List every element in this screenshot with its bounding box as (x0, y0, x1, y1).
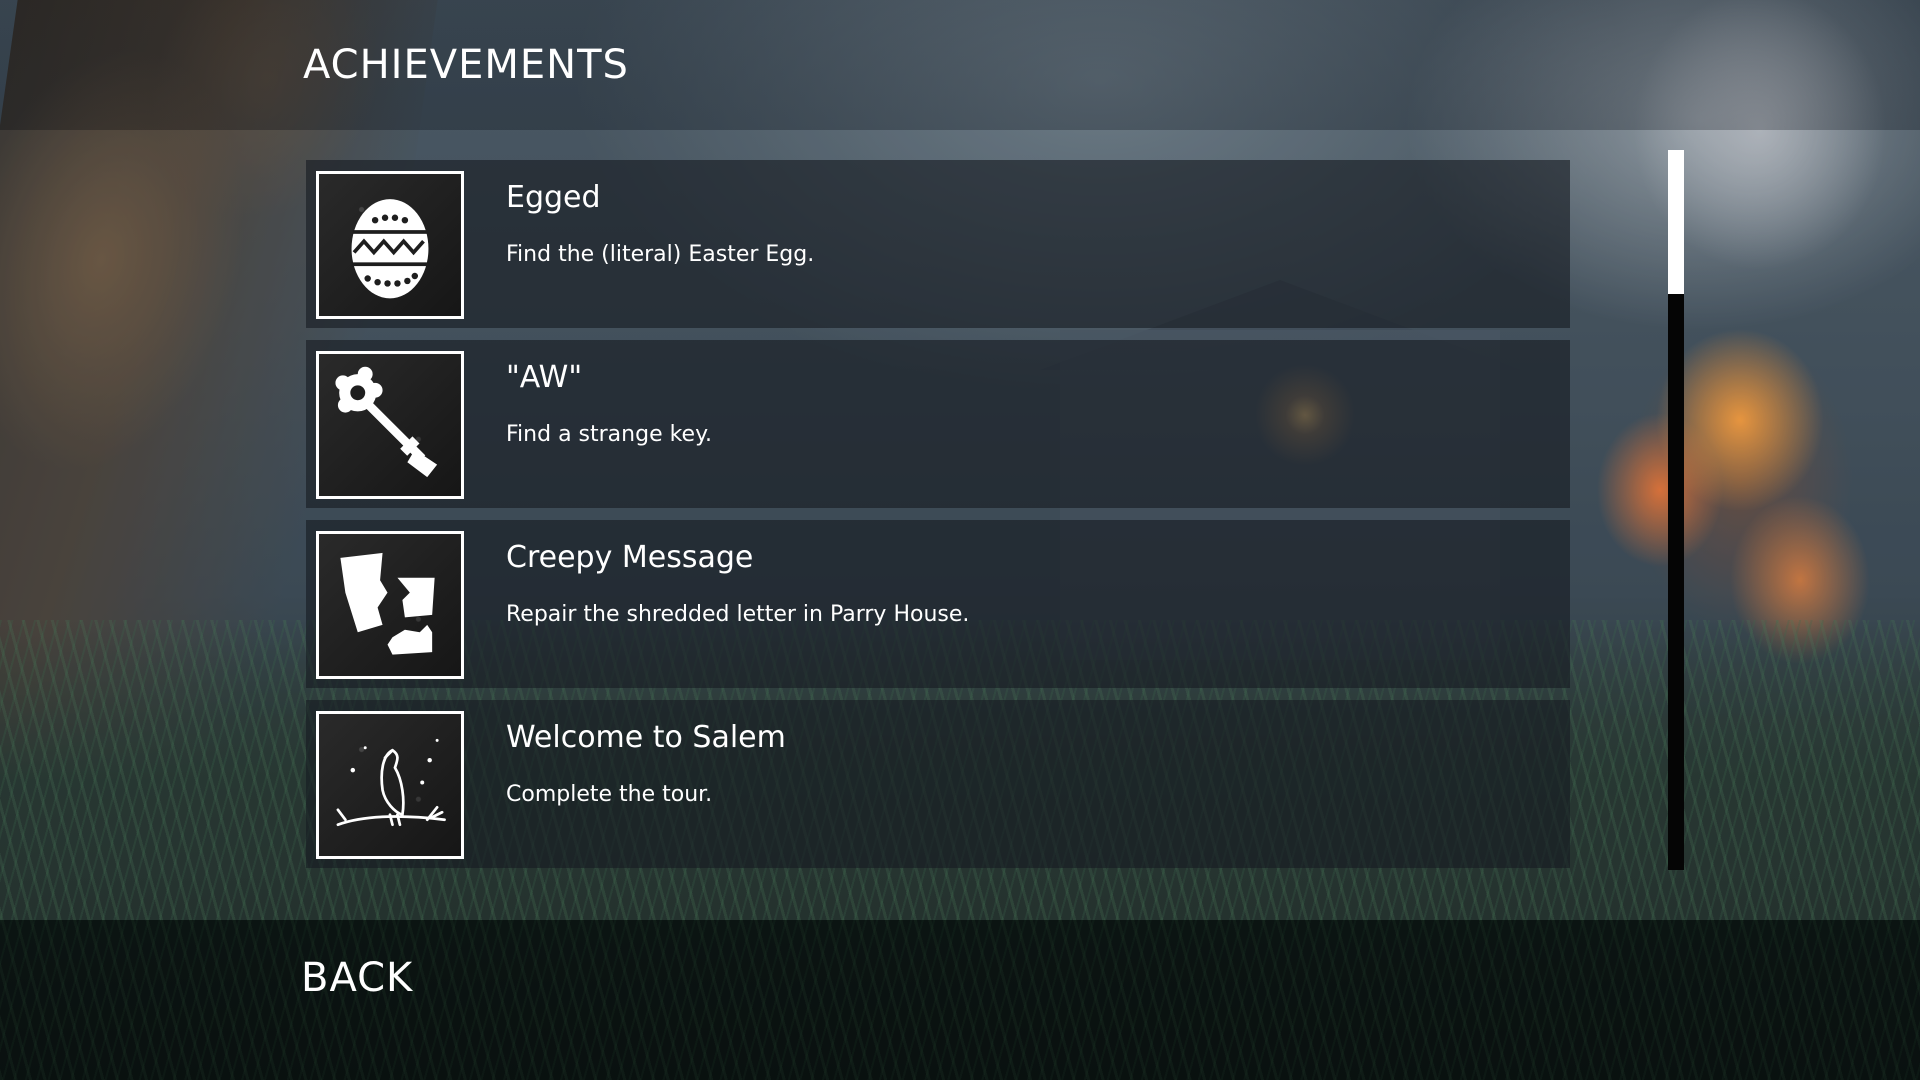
achievement-title: Egged (506, 180, 601, 215)
back-button[interactable]: BACK (301, 955, 413, 1001)
achievement-title: "AW" (506, 360, 583, 395)
title-bar: ACHIEVEMENTS (0, 0, 1920, 130)
achievement-title: Creepy Message (506, 540, 754, 575)
achievement-list[interactable]: Egged Find the (literal) Easter Egg. "AW… (306, 160, 1570, 880)
scrollbar-thumb[interactable] (1668, 150, 1684, 294)
achievement-description: Repair the shredded letter in Parry Hous… (506, 602, 970, 627)
achievement-description: Find a strange key. (506, 422, 712, 447)
page-title: ACHIEVEMENTS (303, 42, 629, 88)
achievement-card[interactable]: "AW" Find a strange key. (306, 340, 1570, 508)
torn-letter-icon (316, 531, 464, 679)
skeleton-key-icon (316, 351, 464, 499)
footer-bar (0, 920, 1920, 1080)
achievement-title: Welcome to Salem (506, 720, 786, 755)
crow-on-branch-icon (316, 711, 464, 859)
achievement-description: Complete the tour. (506, 782, 713, 807)
achievement-card[interactable]: Creepy Message Repair the shredded lette… (306, 520, 1570, 688)
achievement-description: Find the (literal) Easter Egg. (506, 242, 815, 267)
scrollbar-track[interactable] (1668, 150, 1684, 870)
easter-egg-icon (316, 171, 464, 319)
achievement-card[interactable]: Egged Find the (literal) Easter Egg. (306, 160, 1570, 328)
achievement-card[interactable]: Welcome to Salem Complete the tour. (306, 700, 1570, 868)
